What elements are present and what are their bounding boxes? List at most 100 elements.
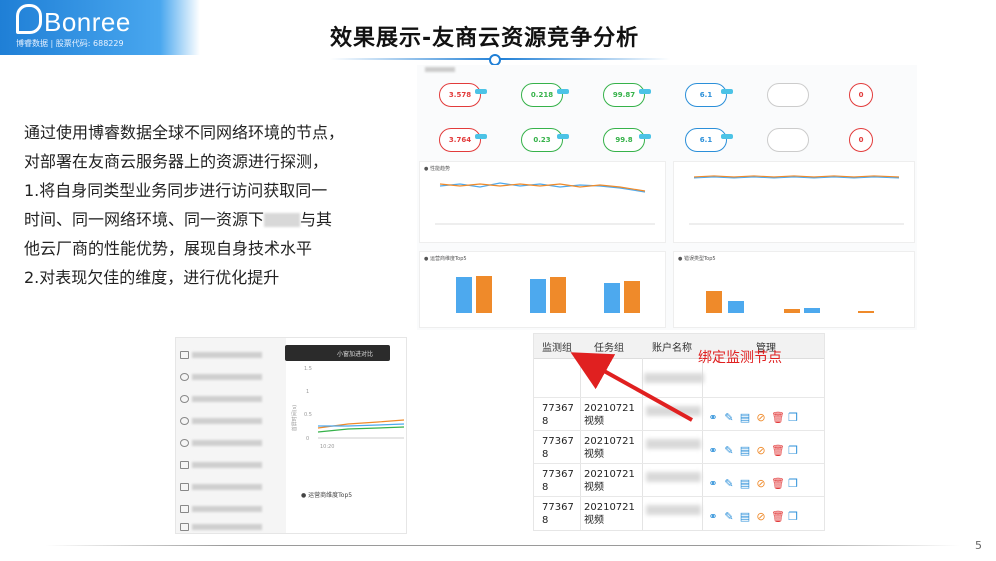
kpi-card bbox=[753, 77, 833, 117]
folder-icon bbox=[180, 483, 189, 491]
row-actions: ⚭ ✎ ▤ ⊘ 🗑 ❐ bbox=[707, 472, 803, 490]
desc-line-2: 对部署在友商云服务器上的资源进行探测， bbox=[24, 152, 329, 171]
kpi-tag bbox=[475, 134, 487, 139]
disable-icon[interactable]: ⊘ bbox=[755, 478, 767, 490]
binoculars-icon[interactable]: ⚭ bbox=[707, 412, 719, 424]
monitor-group-id: 77367 8 bbox=[542, 436, 574, 460]
document-icon[interactable]: ▤ bbox=[739, 412, 751, 424]
bar-blue bbox=[456, 277, 472, 313]
operator-panel-title: ● 运营商维度Top5 bbox=[424, 256, 467, 262]
bar-blue bbox=[804, 308, 820, 313]
trend-panel-title: ● 性能趋势 bbox=[424, 166, 450, 172]
copy-icon[interactable]: ❐ bbox=[787, 478, 799, 490]
copy-icon[interactable]: ❐ bbox=[787, 412, 799, 424]
kpi-grey-ring bbox=[767, 128, 809, 152]
footer-divider bbox=[45, 545, 960, 546]
table-row[interactable]: 77367 8 20210721视频 ⚭ ✎ ▤ ⊘ 🗑 ❐ bbox=[534, 464, 824, 497]
tree-row[interactable] bbox=[180, 372, 280, 382]
edit-icon[interactable]: ✎ bbox=[723, 412, 735, 424]
kpi-value: 6.1 bbox=[685, 128, 727, 152]
edit-icon[interactable]: ✎ bbox=[723, 511, 735, 523]
redacted-text bbox=[192, 418, 262, 424]
desc-line-5: 他云厂商的性能优势，展现自身技术水平 bbox=[24, 239, 313, 258]
tree-row[interactable] bbox=[180, 482, 280, 492]
disable-icon[interactable]: ⊘ bbox=[755, 412, 767, 424]
tree-row[interactable] bbox=[180, 416, 280, 426]
bar-orange bbox=[858, 311, 874, 313]
kpi-value: 3.578 bbox=[439, 83, 481, 107]
tree-row[interactable] bbox=[180, 522, 280, 532]
delete-icon[interactable]: 🗑 bbox=[771, 412, 785, 424]
node-tree-sidebar bbox=[176, 338, 286, 533]
trend-line-chart-left bbox=[435, 182, 655, 225]
binoculars-icon[interactable]: ⚭ bbox=[707, 478, 719, 490]
redacted-text bbox=[192, 524, 262, 530]
series-line-blue bbox=[318, 423, 405, 427]
bonree-logo: Bonree 博睿数据 | 股票代码: 688229 bbox=[0, 0, 200, 55]
error-top5-panel: ● 错误类型Top5 bbox=[673, 251, 915, 328]
account-name-redacted bbox=[646, 505, 701, 515]
folder-icon bbox=[180, 351, 189, 359]
redacted-text bbox=[192, 374, 262, 380]
kpi-card: 3.578 bbox=[425, 77, 505, 117]
x-tick: 10:20 bbox=[320, 444, 334, 450]
kpi-value: 0.23 bbox=[521, 128, 563, 152]
kpi-value: 3.764 bbox=[439, 128, 481, 152]
table-row[interactable]: 77367 8 20210721视频 ⚭ ✎ ▤ ⊘ 🗑 ❐ bbox=[534, 431, 824, 464]
tree-row[interactable] bbox=[180, 460, 280, 470]
desc-line-4: 时间、同一网络环境、同一资源下 与其 bbox=[24, 205, 404, 234]
disable-icon[interactable]: ⊘ bbox=[755, 445, 767, 457]
error-panel-title: ● 错误类型Top5 bbox=[678, 256, 716, 262]
dashboard-screenshot: 3.578 0.218 99.87 6.1 0 3.764 0.23 99.8 … bbox=[417, 65, 917, 330]
edit-icon[interactable]: ✎ bbox=[723, 478, 735, 490]
row-actions: ⚭ ✎ ▤ ⊘ 🗑 ❐ bbox=[707, 406, 803, 424]
delete-icon[interactable]: 🗑 bbox=[771, 478, 785, 490]
logo-subtitle: 博睿数据 | 股票代码: 688229 bbox=[16, 39, 124, 48]
radio-icon bbox=[180, 439, 189, 447]
page-number: 5 bbox=[975, 539, 982, 552]
tree-row[interactable] bbox=[180, 504, 280, 514]
kpi-extra: 0 bbox=[849, 83, 873, 107]
redacted-text bbox=[192, 396, 262, 402]
annotation-arrow bbox=[570, 352, 693, 422]
kpi-grey-ring bbox=[767, 83, 809, 107]
edit-icon[interactable]: ✎ bbox=[723, 445, 735, 457]
kpi-card: 6.1 bbox=[671, 77, 751, 117]
bind-node-annotation: 绑定监测节点 bbox=[698, 350, 782, 366]
document-icon[interactable]: ▤ bbox=[739, 511, 751, 523]
trend-panel-left: ● 性能趋势 bbox=[419, 161, 666, 243]
tree-row[interactable] bbox=[180, 350, 280, 360]
task-group-name: 20210721视频 bbox=[584, 436, 635, 460]
tree-row[interactable] bbox=[180, 394, 280, 404]
kpi-tag bbox=[639, 134, 651, 139]
tree-row[interactable] bbox=[180, 438, 280, 448]
desc-line-3: 1.将自身同类型业务同步进行访问获取同一 bbox=[24, 181, 328, 200]
binoculars-icon[interactable]: ⚭ bbox=[707, 511, 719, 523]
task-group-name: 20210721视频 bbox=[584, 469, 635, 493]
desc-line-6: 2.对表现欠佳的维度，进行优化提升 bbox=[24, 268, 280, 287]
y-axis-label: 首屏时间(s) bbox=[291, 405, 298, 432]
kpi-value: 6.1 bbox=[685, 83, 727, 107]
folder-icon bbox=[180, 461, 189, 469]
kpi-extra: 0 bbox=[849, 128, 873, 152]
monitor-group-id: 77367 8 bbox=[542, 502, 574, 526]
kpi-card: 0 bbox=[835, 77, 915, 117]
bar-orange bbox=[624, 281, 640, 313]
kpi-tag bbox=[557, 89, 569, 94]
binoculars-icon[interactable]: ⚭ bbox=[707, 445, 719, 457]
kpi-card: 99.8 bbox=[589, 122, 669, 162]
copy-icon[interactable]: ❐ bbox=[787, 445, 799, 457]
monitor-group-id: 77367 8 bbox=[542, 469, 574, 493]
disable-icon[interactable]: ⊘ bbox=[755, 511, 767, 523]
delete-icon[interactable]: 🗑 bbox=[771, 511, 785, 523]
copy-icon[interactable]: ❐ bbox=[787, 511, 799, 523]
y-tick: 1 bbox=[306, 389, 309, 395]
delete-icon[interactable]: 🗑 bbox=[771, 445, 785, 457]
document-icon[interactable]: ▤ bbox=[739, 445, 751, 457]
trend-panel-right bbox=[673, 161, 915, 243]
kpi-card: 3.764 bbox=[425, 122, 505, 162]
trend-line-blue bbox=[693, 176, 900, 179]
bar-orange bbox=[476, 276, 492, 313]
document-icon[interactable]: ▤ bbox=[739, 478, 751, 490]
table-row[interactable]: 77367 8 20210721视频 ⚭ ✎ ▤ ⊘ 🗑 ❐ bbox=[534, 497, 824, 529]
